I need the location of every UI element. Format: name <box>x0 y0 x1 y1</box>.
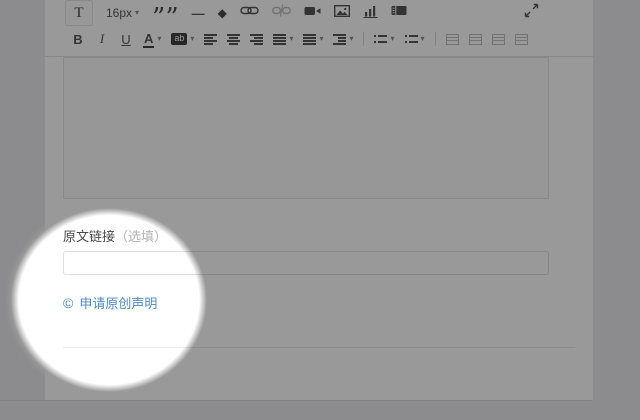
bold-icon[interactable]: B <box>71 32 85 47</box>
section-divider <box>63 347 575 348</box>
align-right-glyph <box>250 33 264 45</box>
font-color-glyph: A <box>143 30 155 48</box>
background-color-icon[interactable]: ab ▾ <box>171 33 194 45</box>
table-tool-1-glyph <box>445 33 459 45</box>
editor-card: T 16px ▾”” — ◆ B I U A ▾ ab ▾ ▾ ▾ ▾ ▾ ▾ 原文链接（选填） © 申请原创… <box>45 0 593 400</box>
copyright-icon: © <box>63 294 74 311</box>
line-height-dropdown-caret: ▾ <box>319 34 324 43</box>
italic-icon[interactable]: I <box>95 31 109 47</box>
ordered-list-icon[interactable]: ▾ <box>374 33 395 45</box>
horizontal-rule-glyph: — <box>191 5 205 21</box>
format-eraser-glyph: ◆ <box>217 6 227 20</box>
font-color-dropdown-caret: ▾ <box>157 34 162 43</box>
align-right-icon[interactable] <box>250 33 264 45</box>
source-link-input[interactable] <box>63 251 549 275</box>
align-left-glyph <box>204 33 218 45</box>
font-size-glyph: 16px <box>106 6 133 20</box>
toolbar-row-1: T 16px ▾”” — ◆ <box>65 0 407 31</box>
table-tool-1-icon <box>445 33 459 45</box>
table-tool-4-glyph <box>514 33 528 45</box>
unordered-list-icon[interactable]: ▾ <box>404 33 425 45</box>
table-tool-3-icon <box>491 33 505 45</box>
toolbar-separator <box>363 32 365 46</box>
format-eraser-icon[interactable]: ◆ <box>218 7 227 19</box>
remove-link-icon <box>271 3 291 23</box>
horizontal-rule-icon[interactable]: — <box>192 7 205 20</box>
align-justify-icon[interactable]: ▾ <box>273 33 294 45</box>
line-height-glyph <box>303 33 317 45</box>
fullscreen-icon[interactable] <box>524 3 539 18</box>
editor-content-area[interactable] <box>63 57 549 199</box>
remove-link-glyph <box>271 3 291 23</box>
align-center-glyph <box>227 33 241 45</box>
indent-glyph <box>333 33 347 45</box>
table-tool-4-icon <box>514 33 528 45</box>
insert-image-icon[interactable] <box>333 4 350 23</box>
card-bottom-divider <box>0 400 593 401</box>
italic-glyph: I <box>99 31 105 46</box>
insert-image-glyph <box>333 4 350 23</box>
unordered-list-glyph <box>404 33 418 45</box>
underline-glyph: U <box>121 31 131 47</box>
toolbar-row-2: B I U A ▾ ab ▾ ▾ ▾ ▾ ▾ ▾ <box>71 30 528 48</box>
original-claim-link[interactable]: © 申请原创声明 <box>63 293 157 312</box>
toolbar-separator <box>434 32 436 46</box>
insert-video-icon[interactable] <box>304 4 321 23</box>
table-tool-3-glyph <box>491 33 505 45</box>
table-tool-2-glyph <box>468 33 482 45</box>
table-tool-2-icon <box>468 33 482 45</box>
align-justify-dropdown-caret: ▾ <box>289 34 294 43</box>
source-link-label-row: 原文链接（选填） <box>63 226 167 245</box>
source-link-optional-hint: （选填） <box>115 229 168 244</box>
indent-dropdown-caret: ▾ <box>349 34 354 43</box>
underline-icon[interactable]: U <box>119 32 133 47</box>
font-color-icon[interactable]: A ▾ <box>143 31 161 48</box>
insert-video-glyph <box>304 4 321 23</box>
ordered-list-dropdown-caret: ▾ <box>390 34 395 43</box>
insert-chart-icon[interactable] <box>363 4 378 23</box>
bold-glyph: B <box>73 31 83 47</box>
align-left-icon[interactable] <box>204 33 218 45</box>
ordered-list-glyph <box>374 33 388 45</box>
line-height-icon[interactable]: ▾ <box>303 33 324 45</box>
insert-chart-glyph <box>363 4 378 23</box>
background-color-glyph: ab <box>171 33 188 45</box>
background-color-dropdown-caret: ▾ <box>190 34 195 43</box>
text-style-icon[interactable]: T <box>65 0 93 26</box>
align-justify-glyph <box>273 33 287 45</box>
insert-link-icon[interactable] <box>240 3 259 23</box>
insert-media-icon[interactable] <box>391 4 407 22</box>
font-size-icon[interactable]: 16px ▾ <box>106 6 139 20</box>
text-style-glyph: T <box>65 0 93 26</box>
indent-icon[interactable]: ▾ <box>333 33 354 45</box>
font-size-dropdown-caret: ▾ <box>135 8 140 17</box>
unordered-list-dropdown-caret: ▾ <box>420 34 425 43</box>
insert-media-glyph <box>391 4 407 22</box>
original-claim-label: 申请原创声明 <box>79 296 158 311</box>
editor-page: T 16px ▾”” — ◆ B I U A ▾ ab ▾ ▾ ▾ ▾ ▾ ▾ 原文链接（选填） © 申请原创… <box>0 0 640 420</box>
align-center-icon[interactable] <box>227 33 241 45</box>
source-link-label: 原文链接 <box>63 229 116 244</box>
insert-link-glyph <box>240 3 259 23</box>
